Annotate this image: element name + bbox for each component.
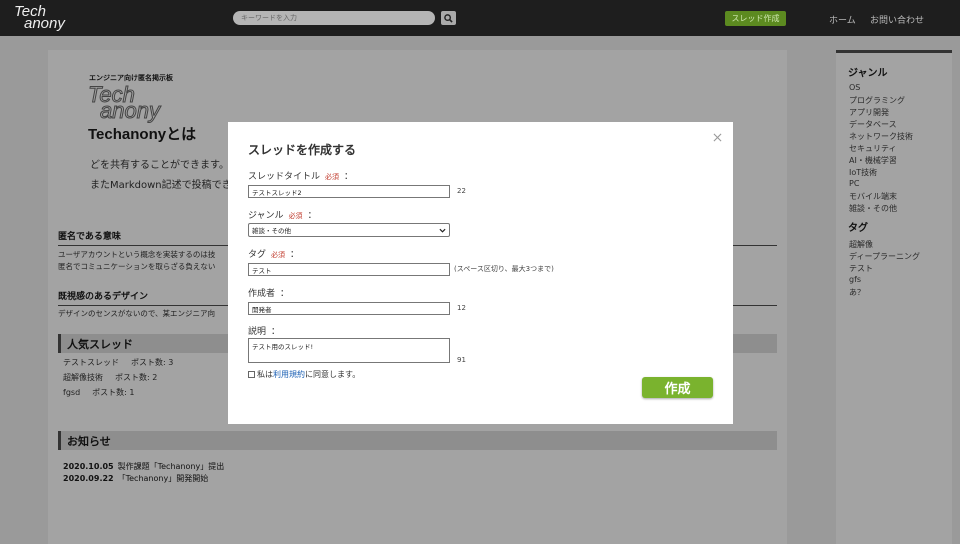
post-count: ポスト数: 1 <box>92 388 135 397</box>
close-button[interactable] <box>710 130 724 144</box>
chevron-down-icon <box>439 228 446 233</box>
thread-name: テストスレッド <box>63 358 119 367</box>
label-text: 説明 <box>248 327 267 337</box>
tag-link[interactable]: ディープラーニング <box>849 251 920 262</box>
modal-title: スレッドを作成する <box>248 143 357 157</box>
nav-home-link[interactable]: ホーム <box>829 13 856 26</box>
tag-link[interactable]: テスト <box>849 263 873 274</box>
genre-link[interactable]: データベース <box>849 119 897 130</box>
hero-logo: Tech anony <box>88 82 188 124</box>
genre-link[interactable]: PC <box>849 179 859 188</box>
section-text: ユーザアカウントという概念を実装するのは技 <box>58 250 216 259</box>
genre-label: ジャンル 必須 ： <box>248 208 317 221</box>
label-colon: ： <box>290 250 300 260</box>
author-label: 作成者 ： <box>248 286 289 299</box>
news-date: 2020.10.05 <box>63 462 114 471</box>
label-colon: ： <box>271 327 281 337</box>
tag-input[interactable] <box>248 263 450 276</box>
section-text: デザインのセンスがないので、某エンジニア向 <box>58 309 216 318</box>
description-label: 説明 ： <box>248 324 280 337</box>
search-button[interactable] <box>441 11 456 25</box>
nav-contact-link[interactable]: お問い合わせ <box>870 13 924 26</box>
news-item: 2020.10.05 製作課題「Techanony」提出 <box>63 461 224 472</box>
tag-hint: (スペース区切り、最大3つまで) <box>454 265 554 273</box>
author-input[interactable] <box>248 302 450 315</box>
section-text: 匿名でコミュニケーションを取らざる負えない <box>58 262 216 271</box>
terms-link[interactable]: 利用規約 <box>273 369 305 380</box>
genre-link[interactable]: セキュリティ <box>849 143 897 154</box>
description-char-count: 91 <box>457 356 466 364</box>
intro-text: またMarkdown記述で投稿できま <box>90 180 242 191</box>
news-text: 製作課題「Techanony」提出 <box>117 462 225 471</box>
new-thread-button[interactable]: スレッド作成 <box>725 11 786 26</box>
genre-link[interactable]: アプリ開発 <box>849 107 889 118</box>
sidebar: ジャンル OS プログラミング アプリ開発 データベース ネットワーク技術 セキ… <box>836 50 952 544</box>
label-text: タグ <box>248 250 267 260</box>
create-button[interactable]: 作成 <box>642 377 713 398</box>
genre-link[interactable]: OS <box>849 83 860 92</box>
genre-link[interactable]: AI・機械学習 <box>849 155 897 166</box>
agree-prefix: 私は <box>257 370 273 379</box>
post-count: ポスト数: 2 <box>115 373 158 382</box>
label-colon: ： <box>307 211 317 221</box>
tag-link[interactable]: 超解像 <box>849 239 873 250</box>
genre-link[interactable]: モバイル端末 <box>849 191 897 202</box>
news-heading: お知らせ <box>58 431 777 450</box>
agree-suffix: に同意します。 <box>305 370 361 379</box>
search-input[interactable] <box>233 11 435 25</box>
required-mark: 必須 <box>288 212 303 220</box>
label-text: ジャンル <box>248 211 284 221</box>
tag-heading: タグ <box>848 223 868 234</box>
agree-checkbox[interactable] <box>248 371 255 378</box>
intro-text: どを共有することができます。 <box>90 160 229 171</box>
genre-select[interactable]: 雑談・その他 <box>248 223 450 237</box>
popular-thread-item[interactable]: fgsd ポスト数: 1 <box>63 387 134 398</box>
search-icon <box>444 13 453 23</box>
genre-selected-value: 雑談・その他 <box>252 227 291 235</box>
thread-title-char-count: 22 <box>457 187 466 195</box>
site-logo[interactable]: Tech anony <box>14 4 84 34</box>
news-item: 2020.09.22 「Techanony」開発開始 <box>63 473 208 484</box>
thread-title-label: スレッドタイトル 必須 ： <box>248 169 353 182</box>
description-textarea[interactable]: テスト用のスレッド! <box>248 338 450 363</box>
genre-heading: ジャンル <box>848 68 888 79</box>
create-thread-modal: スレッドを作成する スレッドタイトル必須： 22 ジャンル必須： 雑談・その他 … <box>228 122 733 424</box>
tag-label: タグ 必須 ： <box>248 247 299 260</box>
thread-name: fgsd <box>63 388 81 397</box>
news-date: 2020.09.22 <box>63 474 114 483</box>
terms-agreement: 私は 利用規約 に同意します。 <box>248 369 360 380</box>
required-mark: 必須 <box>271 251 286 259</box>
author-char-count: 12 <box>457 304 466 312</box>
close-icon <box>713 133 721 141</box>
genre-link[interactable]: プログラミング <box>849 95 905 106</box>
hero-logo-line2: anony <box>100 98 161 124</box>
popular-thread-item[interactable]: テストスレッド ポスト数: 3 <box>63 357 173 368</box>
tag-link[interactable]: gfs <box>849 275 861 284</box>
thread-name: 超解像技術 <box>63 373 103 382</box>
thread-title-input[interactable] <box>248 185 450 198</box>
top-header: Tech anony スレッド作成 ホーム お問い合わせ <box>0 0 960 36</box>
genre-link[interactable]: 雑談・その他 <box>849 203 897 214</box>
label-text: スレッドタイトル <box>248 172 321 182</box>
label-text: 作成者 <box>248 289 276 299</box>
label-colon: ： <box>280 289 290 299</box>
news-text: 「Techanony」開発開始 <box>117 474 209 483</box>
tag-link[interactable]: あ？ <box>849 287 865 298</box>
post-count: ポスト数: 3 <box>131 358 174 367</box>
logo-line2: anony <box>24 15 65 32</box>
genre-link[interactable]: IoT技術 <box>849 167 877 178</box>
about-title: Techanonyとは <box>88 126 197 143</box>
label-colon: ： <box>344 172 354 182</box>
required-mark: 必須 <box>325 173 340 181</box>
genre-link[interactable]: ネットワーク技術 <box>849 131 913 142</box>
popular-thread-item[interactable]: 超解像技術 ポスト数: 2 <box>63 372 157 383</box>
